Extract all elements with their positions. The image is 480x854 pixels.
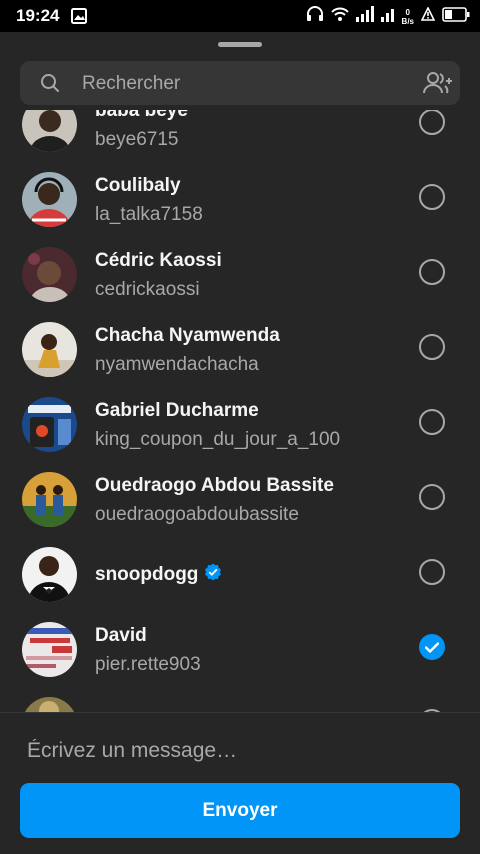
contact-row[interactable] bbox=[0, 687, 480, 712]
avatar bbox=[22, 110, 77, 152]
contact-row[interactable]: David pier.rette903 bbox=[0, 612, 480, 687]
drag-handle[interactable] bbox=[218, 42, 262, 47]
status-bar: 19:24 0 B/s bbox=[0, 0, 480, 32]
verified-badge-icon bbox=[204, 563, 222, 587]
contact-name: Ouedraogo Abdou Bassite bbox=[95, 475, 334, 496]
select-radio-checked[interactable] bbox=[419, 634, 445, 660]
avatar bbox=[22, 472, 77, 527]
contact-username: cedrickaossi bbox=[95, 279, 200, 300]
wifi-icon bbox=[330, 6, 349, 27]
contact-row[interactable]: Chacha Nyamwenda nyamwendachacha bbox=[0, 312, 480, 387]
search-icon bbox=[40, 73, 60, 98]
search-bar bbox=[20, 61, 460, 107]
signal-icon bbox=[355, 6, 374, 27]
contact-list: baba beye beye6715 Coulibaly la_talka715… bbox=[0, 110, 480, 712]
search-input[interactable] bbox=[80, 61, 404, 107]
contact-name: snoopdogg bbox=[95, 563, 222, 587]
contact-username: pier.rette903 bbox=[95, 654, 201, 675]
contact-row[interactable]: Coulibaly la_talka7158 bbox=[0, 162, 480, 237]
select-radio[interactable] bbox=[419, 559, 445, 585]
select-radio[interactable] bbox=[419, 334, 445, 360]
message-input[interactable] bbox=[25, 730, 459, 772]
contact-row[interactable]: Gabriel Ducharme king_coupon_du_jour_a_1… bbox=[0, 387, 480, 462]
contact-name: David bbox=[95, 625, 147, 646]
send-button[interactable]: Envoyer bbox=[20, 783, 460, 838]
status-time: 19:24 bbox=[16, 6, 60, 25]
select-radio[interactable] bbox=[419, 259, 445, 285]
contact-username: nyamwendachacha bbox=[95, 354, 259, 375]
avatar bbox=[22, 247, 77, 302]
check-icon bbox=[425, 642, 439, 653]
select-radio[interactable] bbox=[419, 409, 445, 435]
headphones-icon bbox=[306, 5, 324, 28]
contact-row[interactable]: snoopdogg bbox=[0, 537, 480, 612]
avatar bbox=[22, 397, 77, 452]
select-radio[interactable] bbox=[419, 484, 445, 510]
avatar bbox=[22, 697, 77, 712]
contact-name: Gabriel Ducharme bbox=[95, 400, 259, 421]
avatar bbox=[22, 547, 77, 602]
contact-row[interactable]: baba beye beye6715 bbox=[0, 110, 480, 162]
avatar bbox=[22, 622, 77, 677]
contact-name: baba beye bbox=[95, 110, 188, 121]
contact-username: beye6715 bbox=[95, 129, 179, 150]
contact-name: Coulibaly bbox=[95, 175, 181, 196]
alert-icon bbox=[420, 6, 436, 26]
contact-name: Chacha Nyamwenda bbox=[95, 325, 280, 346]
contact-username: ouedraogoabdoubassite bbox=[95, 504, 299, 525]
contact-username: king_coupon_du_jour_a_100 bbox=[95, 429, 341, 450]
gallery-icon bbox=[71, 8, 87, 29]
contact-row[interactable]: Cédric Kaossi cedrickaossi bbox=[0, 237, 480, 312]
select-radio[interactable] bbox=[419, 110, 445, 135]
divider bbox=[0, 712, 480, 713]
contact-username: la_talka7158 bbox=[95, 204, 203, 225]
add-people-icon[interactable] bbox=[422, 70, 454, 101]
share-sheet: baba beye beye6715 Coulibaly la_talka715… bbox=[0, 32, 480, 854]
contact-row[interactable]: Ouedraogo Abdou Bassite ouedraogoabdouba… bbox=[0, 462, 480, 537]
avatar bbox=[22, 172, 77, 227]
select-radio[interactable] bbox=[419, 184, 445, 210]
battery-icon bbox=[442, 6, 470, 27]
avatar bbox=[22, 322, 77, 377]
signal-icon bbox=[380, 6, 395, 27]
network-speed: 0 B/s bbox=[401, 7, 414, 26]
contact-name: Cédric Kaossi bbox=[95, 250, 222, 271]
